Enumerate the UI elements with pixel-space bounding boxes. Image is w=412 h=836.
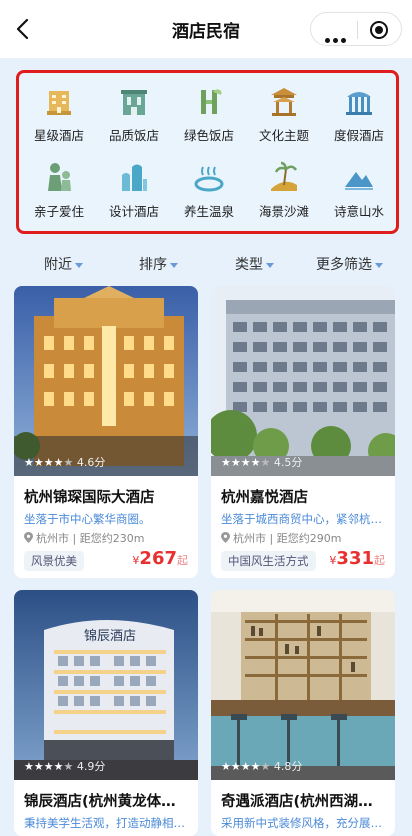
price-suffix: 起 bbox=[374, 554, 385, 567]
price-value: 267 bbox=[139, 548, 177, 569]
hotel-card[interactable]: 锦辰酒店 ★★★★★ 4.9分 锦辰酒店(杭州黄龙体… 秉持美学生活观，打造动静… bbox=[14, 590, 198, 836]
category-hot-spring[interactable]: 养生温泉 bbox=[172, 161, 246, 225]
hotel-rating: ★★★★★ 4.5分 bbox=[221, 454, 302, 470]
pavilion-icon bbox=[271, 88, 297, 116]
quality-hotel-icon bbox=[121, 90, 147, 115]
hotel-tag: 中国风生活方式 bbox=[221, 551, 316, 571]
hotel-location: 杭州市 | 距您约230m bbox=[24, 530, 144, 546]
hotel-photo bbox=[211, 286, 395, 476]
hotel-photo bbox=[14, 286, 198, 476]
green-hotel-icon bbox=[201, 89, 222, 114]
category-label: 海景沙滩 bbox=[258, 204, 309, 219]
star-icon: ★★★★ bbox=[24, 760, 64, 773]
hotel-name: 奇遇派酒店(杭州西湖… bbox=[221, 794, 373, 810]
star-icon: ★★★★ bbox=[221, 760, 261, 773]
category-label: 品质饭店 bbox=[108, 128, 159, 143]
category-label: 养生温泉 bbox=[183, 204, 234, 219]
star-icon: ★★★★ bbox=[221, 456, 261, 469]
category-mountain-water[interactable]: 诗意山水 bbox=[322, 161, 396, 225]
star-hotel-icon bbox=[47, 91, 71, 115]
dropdown-arrow-icon bbox=[75, 262, 83, 268]
mountain-icon bbox=[345, 172, 373, 190]
hotel-description: 坐落于城西商贸中心，紧邻杭… bbox=[221, 512, 382, 526]
hotel-name: 锦辰酒店(杭州黄龙体… bbox=[24, 794, 176, 810]
hotel-name: 杭州锦琛国际大酒店 bbox=[24, 490, 155, 506]
hotel-price: ¥267起 bbox=[132, 548, 188, 569]
hotel-location: 杭州市 | 距您约290m bbox=[221, 530, 341, 546]
rating-score: 4.6分 bbox=[76, 456, 106, 469]
hotel-rating: ★★★★★ 4.9分 bbox=[24, 758, 105, 774]
beach-icon bbox=[271, 161, 298, 191]
hotel-tag: 风景优美 bbox=[24, 551, 84, 571]
hotel-photo: 锦辰酒店 bbox=[14, 590, 198, 780]
hotel-card[interactable]: ★★★★★ 4.6分 杭州锦琛国际大酒店 坐落于市中心繁华商圈。 杭州市 | 距… bbox=[14, 286, 198, 578]
rating-score: 4.5分 bbox=[273, 456, 303, 469]
price-suffix: 起 bbox=[177, 554, 188, 567]
filter-label: 类型 bbox=[235, 257, 263, 273]
star-icon: ★ bbox=[260, 760, 271, 773]
star-icon: ★ bbox=[63, 456, 74, 469]
category-label: 文化主题 bbox=[258, 128, 309, 143]
filter-more[interactable]: 更多筛选 bbox=[316, 254, 383, 274]
dropdown-arrow-icon bbox=[170, 262, 178, 268]
filter-label: 更多筛选 bbox=[316, 257, 372, 273]
category-star-hotel[interactable]: 星级酒店 bbox=[22, 85, 96, 149]
category-label: 度假酒店 bbox=[333, 128, 384, 143]
hotel-description: 秉持美学生活观，打造动静相… bbox=[24, 816, 185, 830]
category-design-hotel[interactable]: 设计酒店 bbox=[97, 161, 171, 225]
category-label: 设计酒店 bbox=[108, 204, 159, 219]
hotel-rating: ★★★★★ 4.6分 bbox=[24, 454, 105, 470]
filter-label: 附近 bbox=[44, 257, 72, 273]
location-pin-icon bbox=[24, 532, 33, 543]
location-text: 杭州市 | 距您约230m bbox=[36, 532, 145, 545]
star-icon: ★ bbox=[260, 456, 271, 469]
hot-spring-icon bbox=[194, 166, 224, 192]
category-family[interactable]: 亲子爱住 bbox=[22, 161, 96, 225]
hotel-name: 杭州嘉悦酒店 bbox=[221, 490, 308, 506]
hotel-card[interactable]: ★★★★★ 4.5分 杭州嘉悦酒店 坐落于城西商贸中心，紧邻杭… 杭州市 | 距… bbox=[211, 286, 395, 578]
rating-score: 4.8分 bbox=[273, 760, 303, 773]
filter-type[interactable]: 类型 bbox=[235, 254, 274, 274]
hotel-sign-text: 锦辰酒店 bbox=[84, 629, 136, 644]
resort-icon bbox=[346, 92, 372, 115]
design-hotel-icon bbox=[122, 164, 147, 191]
hotel-description: 坐落于市中心繁华商圈。 bbox=[24, 512, 151, 526]
rating-score: 4.9分 bbox=[76, 760, 106, 773]
category-beach[interactable]: 海景沙滩 bbox=[247, 161, 321, 225]
star-icon: ★★★★ bbox=[24, 456, 64, 469]
hotel-card[interactable]: ★★★★★ 4.8分 奇遇派酒店(杭州西湖… 采用新中式装修风格，充分展… bbox=[211, 590, 395, 836]
category-label: 星级酒店 bbox=[33, 128, 84, 143]
mini-program-capsule bbox=[310, 12, 402, 46]
hotel-price: ¥331起 bbox=[329, 548, 385, 569]
filter-bar: 附近 排序 类型 更多筛选 bbox=[0, 250, 412, 276]
target-icon[interactable] bbox=[370, 21, 388, 39]
star-icon: ★ bbox=[63, 760, 74, 773]
dropdown-arrow-icon bbox=[266, 262, 274, 268]
hotel-description: 采用新中式装修风格，充分展… bbox=[221, 816, 382, 830]
category-resort-hotel[interactable]: 度假酒店 bbox=[322, 85, 396, 149]
category-label: 绿色饭店 bbox=[183, 128, 234, 143]
category-green-hotel[interactable]: 绿色饭店 bbox=[172, 85, 246, 149]
category-culture-theme[interactable]: 文化主题 bbox=[247, 85, 321, 149]
dropdown-arrow-icon bbox=[375, 262, 383, 268]
category-grid: 星级酒店 品质饭店 绿色饭店 文化主题 度假酒店 亲子爱住 设计酒店 养生温泉 … bbox=[16, 70, 399, 234]
filter-label: 排序 bbox=[139, 257, 167, 273]
category-label: 诗意山水 bbox=[333, 204, 384, 219]
more-dots-icon[interactable] bbox=[325, 28, 349, 47]
filter-sort[interactable]: 排序 bbox=[139, 254, 178, 274]
hotel-photo bbox=[211, 590, 395, 780]
category-quality-hotel[interactable]: 品质饭店 bbox=[97, 85, 171, 149]
family-icon bbox=[48, 163, 71, 191]
filter-nearby[interactable]: 附近 bbox=[44, 254, 83, 274]
price-value: 331 bbox=[336, 548, 374, 569]
nav-bar: 酒店民宿 bbox=[0, 0, 412, 58]
location-pin-icon bbox=[221, 532, 230, 543]
location-text: 杭州市 | 距您约290m bbox=[233, 532, 342, 545]
category-label: 亲子爱住 bbox=[33, 204, 84, 219]
hotel-rating: ★★★★★ 4.8分 bbox=[221, 758, 302, 774]
capsule-divider bbox=[357, 21, 358, 39]
